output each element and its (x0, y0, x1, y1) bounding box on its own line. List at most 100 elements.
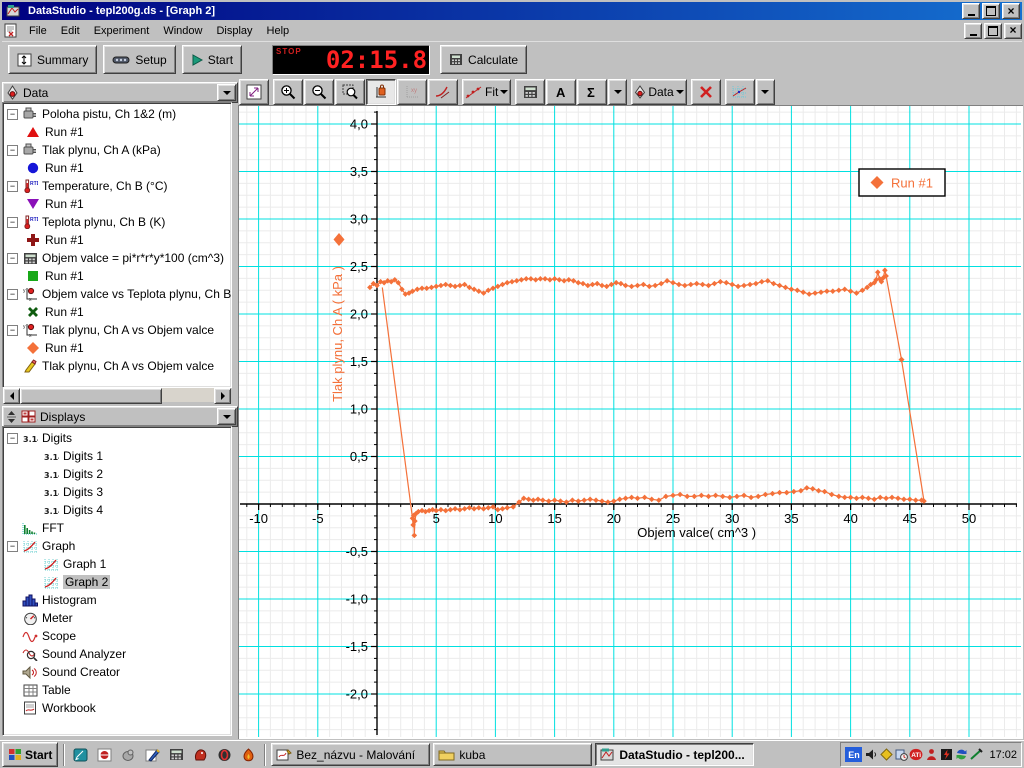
doc-minimize-button[interactable] (964, 22, 982, 39)
data-item[interactable]: − y x Objem valce vs Teplota plynu, Ch B (3, 285, 231, 303)
menu-experiment[interactable]: Experiment (87, 22, 157, 40)
dragon-icon[interactable] (190, 744, 211, 765)
data-item[interactable]: −RTDTeplota plynu, Ch B (K) (3, 213, 231, 231)
run-item[interactable]: Run #1 (3, 339, 231, 357)
data-item[interactable]: − y x Tlak plynu, Ch A vs Objem valce (3, 321, 231, 339)
collapse-box[interactable]: − (7, 324, 18, 336)
collapse-box[interactable]: − (7, 144, 18, 156)
task-button[interactable]: kuba (433, 743, 593, 766)
scheduler-icon[interactable] (894, 748, 908, 762)
menu-file[interactable]: File (22, 22, 54, 40)
fit-menu-button[interactable]: Fit (462, 78, 512, 105)
collapse-box[interactable]: − (7, 108, 18, 120)
text-tool-button[interactable]: A (546, 78, 577, 105)
splitter-icon[interactable] (6, 410, 17, 424)
start-menu-button[interactable]: Start (2, 742, 59, 767)
restore-button[interactable] (982, 3, 1000, 19)
display-item[interactable]: Histogram (3, 591, 231, 609)
displays-panel-dropdown[interactable] (217, 408, 236, 425)
data-item[interactable]: − Tlak plynu, Ch A (kPa) (3, 141, 231, 159)
y-axis-label[interactable]: Tlak plynu, Ch A ( kPa ) (330, 266, 345, 402)
data-item[interactable]: −RTDTemperature, Ch B (°C) (3, 177, 231, 195)
data-panel-dropdown[interactable] (217, 84, 236, 101)
display-item[interactable]: − Graph (3, 537, 231, 555)
volume-icon[interactable] (864, 748, 878, 762)
display-item[interactable]: FFT (3, 519, 231, 537)
menu-edit[interactable]: Edit (54, 22, 87, 40)
collapse-box[interactable]: − (7, 216, 18, 228)
sync-icon[interactable] (954, 748, 968, 762)
close-button[interactable]: × (1002, 3, 1020, 19)
scroll-right-button[interactable] (214, 388, 231, 404)
data-item[interactable]: − Poloha pistu, Ch 1&2 (m) (3, 105, 231, 123)
calculate-button[interactable]: Calculate (440, 45, 528, 74)
language-indicator[interactable]: En (845, 747, 863, 762)
menu-help[interactable]: Help (260, 22, 297, 40)
graph-settings-button[interactable] (724, 78, 755, 105)
calculator-icon[interactable] (166, 744, 187, 765)
display-item[interactable]: Sound Creator (3, 663, 231, 681)
legend[interactable]: Run #1 (858, 168, 946, 197)
data-tree-hscrollbar[interactable] (3, 388, 231, 404)
minimize-button[interactable] (962, 3, 980, 19)
display-item[interactable]: Table (3, 681, 231, 699)
flame-icon[interactable] (238, 744, 259, 765)
collapse-box[interactable]: − (7, 180, 18, 192)
scroll-left-button[interactable] (3, 388, 20, 404)
display-subitem[interactable]: 3.14Digits 1 (3, 447, 231, 465)
display-subitem[interactable]: 3.14Digits 3 (3, 483, 231, 501)
graph-settings-dropdown[interactable] (755, 78, 775, 105)
agent-icon[interactable] (924, 748, 938, 762)
opera-icon[interactable] (214, 744, 235, 765)
lightning-icon[interactable] (939, 748, 953, 762)
data-item[interactable]: Tlak plynu, Ch A vs Objem valce (3, 357, 231, 375)
x-axis-label[interactable]: Objem valce( cm^3 ) (637, 525, 756, 540)
run-item[interactable]: Run #1 (3, 231, 231, 249)
diamond-icon[interactable] (879, 748, 893, 762)
ati-icon[interactable]: ATi (909, 748, 923, 762)
display-subitem[interactable]: 3.14Digits 2 (3, 465, 231, 483)
task-button[interactable]: DataStudio - tepl200... (595, 743, 755, 766)
summary-button[interactable]: Summary (8, 45, 98, 74)
collapse-box[interactable]: − (7, 432, 18, 444)
acrobat-icon[interactable] (94, 744, 115, 765)
scale-to-fit-button[interactable] (239, 78, 269, 105)
bird-icon[interactable] (118, 744, 139, 765)
task-button[interactable]: Bez_názvu - Malování (271, 743, 431, 766)
scroll-thumb[interactable] (20, 388, 162, 404)
display-item[interactable]: Workbook (3, 699, 231, 717)
plot-area[interactable]: -10 -5 5 10 15 20 25 30 35 40 45 50 4,0 3,5 3,0 2,5 2,0 1… (239, 106, 1021, 737)
data-menu-button[interactable]: Data (631, 78, 687, 105)
smart-tool-button[interactable] (366, 78, 396, 105)
statistics-button[interactable]: Σ (577, 78, 608, 105)
menu-window[interactable]: Window (156, 22, 209, 40)
display-item[interactable]: Sound Analyzer (3, 645, 231, 663)
run-item[interactable]: Run #1 (3, 267, 231, 285)
setup-button[interactable]: Setup (103, 45, 176, 74)
statistics-dropdown[interactable] (608, 78, 628, 105)
start-button[interactable]: Start (181, 45, 243, 74)
doc-restore-button[interactable] (984, 22, 1002, 39)
data-item[interactable]: − Objem valce = pi*r*r*y*100 (cm^3) (3, 249, 231, 267)
zoom-select-button[interactable] (335, 78, 365, 105)
display-subitem[interactable]: Graph 2 (3, 573, 231, 591)
run-item[interactable]: Run #1 (3, 195, 231, 213)
data-panel-header[interactable]: Data (2, 82, 238, 103)
zoom-in-button[interactable] (273, 78, 303, 105)
calculate-tool-button[interactable] (515, 78, 546, 105)
collapse-box[interactable]: − (7, 288, 18, 300)
display-item[interactable]: Meter (3, 609, 231, 627)
slope-tool-button[interactable] (428, 78, 458, 105)
xy-tool-button[interactable]: xy (397, 78, 427, 105)
zoom-out-button[interactable] (304, 78, 334, 105)
document-icon[interactable] (4, 23, 18, 38)
display-item[interactable]: −3.14Digits (3, 429, 231, 447)
run-item[interactable]: Run #1 (3, 123, 231, 141)
menu-display[interactable]: Display (209, 22, 259, 40)
doc-close-button[interactable]: × (1004, 22, 1022, 39)
displays-panel-header[interactable]: Displays (2, 406, 238, 427)
collapse-box[interactable]: − (7, 252, 18, 264)
notes-icon[interactable] (70, 744, 91, 765)
display-subitem[interactable]: Graph 1 (3, 555, 231, 573)
collapse-box[interactable]: − (7, 540, 18, 552)
